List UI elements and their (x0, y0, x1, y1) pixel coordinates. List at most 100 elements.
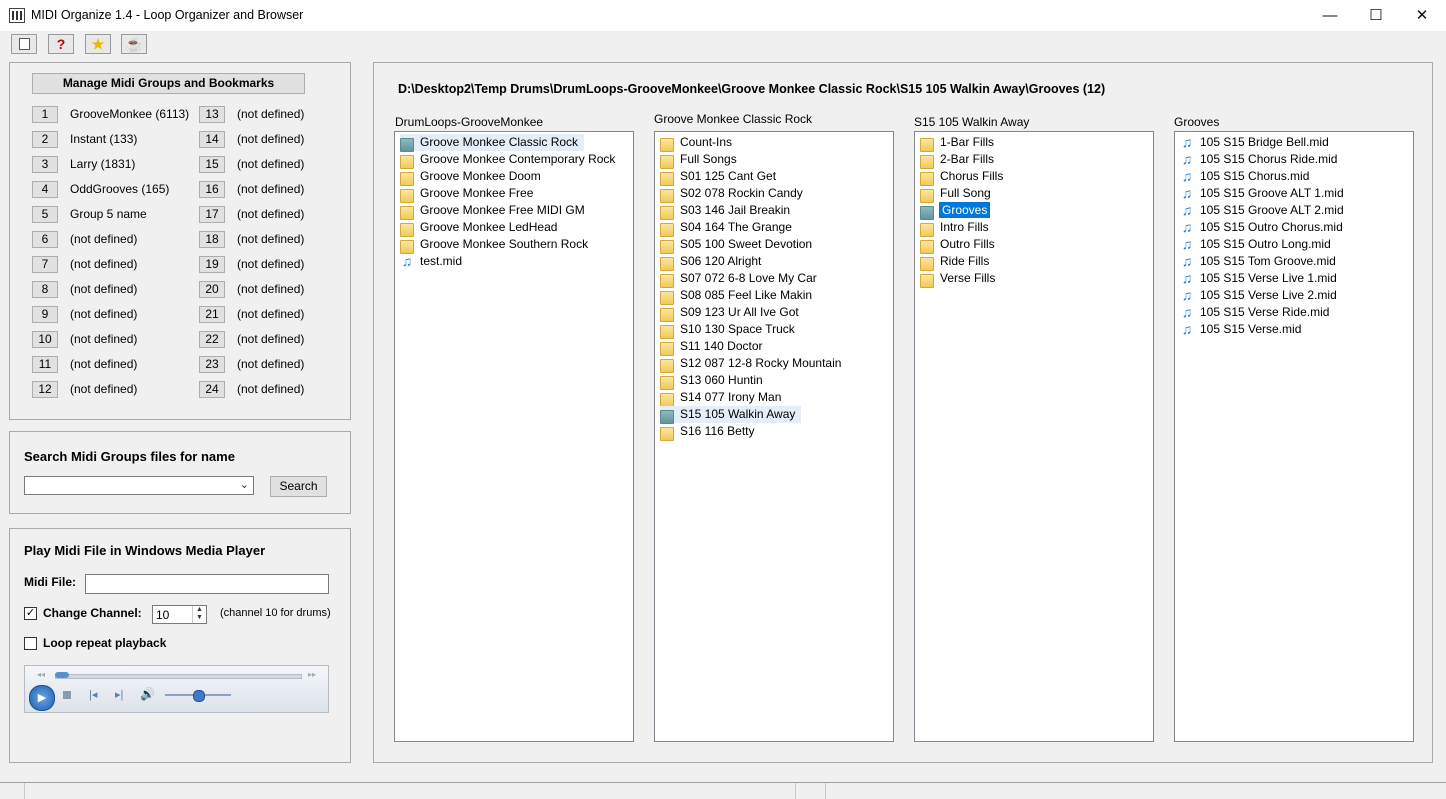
search-button[interactable]: Search (270, 476, 327, 497)
folder-item[interactable]: Ride Fills (920, 253, 995, 271)
midi-file-item[interactable]: ♫ 105 S15 Chorus.mid (1180, 168, 1315, 185)
folder-item[interactable]: Chorus Fills (920, 168, 1009, 186)
folder-item[interactable]: S10 130 Space Truck (660, 321, 801, 339)
stop-icon[interactable] (63, 691, 71, 699)
group-17-button[interactable]: 17 (199, 206, 225, 223)
previous-icon[interactable]: |◂ (89, 688, 97, 701)
group-4-button[interactable]: 4 (32, 181, 58, 198)
folder-item[interactable]: 2-Bar Fills (920, 151, 1000, 169)
group-2-button[interactable]: 2 (32, 131, 58, 148)
volume-thumb[interactable] (193, 690, 205, 702)
folder-item[interactable]: Full Song (920, 185, 997, 203)
folder-item[interactable]: Groove Monkee Free (400, 185, 539, 203)
midi-file-item[interactable]: ♫ 105 S15 Groove ALT 2.mid (1180, 202, 1350, 219)
next-icon[interactable]: ▸| (115, 688, 123, 701)
midi-file-item[interactable]: ♫ 105 S15 Outro Long.mid (1180, 236, 1337, 253)
help-button[interactable]: ? (48, 34, 74, 54)
folder-item[interactable]: Groove Monkee LedHead (400, 219, 563, 237)
folder-item[interactable]: Outro Fills (920, 236, 1001, 254)
folder-item[interactable]: S09 123 Ur All Ive Got (660, 304, 805, 322)
change-channel-checkbox[interactable]: ✓ (24, 607, 37, 620)
folder-list-1[interactable]: Groove Monkee Classic Rock Groove Monkee … (394, 131, 634, 742)
group-9-button[interactable]: 9 (32, 306, 58, 323)
group-11-button[interactable]: 11 (32, 356, 58, 373)
midi-file-item[interactable]: ♫ 105 S15 Verse.mid (1180, 321, 1307, 338)
folder-item[interactable]: Groove Monkee Free MIDI GM (400, 202, 591, 220)
midi-file-item[interactable]: ♫ 105 S15 Tom Groove.mid (1180, 253, 1342, 270)
midi-file-item[interactable]: ♫ 105 S15 Verse Live 2.mid (1180, 287, 1343, 304)
favorite-button[interactable]: ★ (85, 34, 111, 54)
loop-checkbox[interactable] (24, 637, 37, 650)
group-19-button[interactable]: 19 (199, 256, 225, 273)
folder-item[interactable]: S02 078 Rockin Candy (660, 185, 809, 203)
music-note-icon: ♫ (1181, 185, 1193, 201)
folder-item[interactable]: S06 120 Alright (660, 253, 767, 271)
group-20-button[interactable]: 20 (199, 281, 225, 298)
group-13-button[interactable]: 13 (199, 106, 225, 123)
folder-list-2[interactable]: Count-Ins Full Songs S01 125 Cant Get S02 0… (654, 131, 894, 742)
group-12-button[interactable]: 12 (32, 381, 58, 398)
midi-file-item[interactable]: ♫ 105 S15 Groove ALT 1.mid (1180, 185, 1350, 202)
midi-file-item[interactable]: ♫ 105 S15 Bridge Bell.mid (1180, 134, 1335, 151)
group-8-button[interactable]: 8 (32, 281, 58, 298)
folder-item[interactable]: Count-Ins (660, 134, 738, 152)
folder-item[interactable]: Intro Fills (920, 219, 995, 237)
channel-stepper[interactable]: 10 ▲ ▼ (152, 605, 207, 624)
group-7-button[interactable]: 7 (32, 256, 58, 273)
group-16-button[interactable]: 16 (199, 181, 225, 198)
donate-button[interactable]: ☕ (121, 34, 147, 54)
group-21-button[interactable]: 21 (199, 306, 225, 323)
rewind-small-icon[interactable]: ◂◂ (37, 670, 45, 679)
group-14-button[interactable]: 14 (199, 131, 225, 148)
folder-item[interactable]: S08 085 Feel Like Makin (660, 287, 818, 305)
folder-item[interactable]: S07 072 6-8 Love My Car (660, 270, 823, 288)
manage-groups-button[interactable]: Manage Midi Groups and Bookmarks (32, 73, 305, 94)
folder-item[interactable]: S15 105 Walkin Away (660, 406, 802, 424)
search-combo[interactable]: ⌄ (24, 476, 254, 495)
midi-file-item[interactable]: ♫ 105 S15 Verse Live 1.mid (1180, 270, 1343, 287)
folder-item[interactable]: S03 146 Jail Breakin (660, 202, 796, 220)
group-10-button[interactable]: 10 (32, 331, 58, 348)
midi-file-input[interactable] (85, 574, 329, 594)
file-list[interactable]: ♫ 105 S15 Bridge Bell.mid ♫ 105 S15 Chorus … (1174, 131, 1414, 742)
folder-item[interactable]: S14 077 Irony Man (660, 389, 787, 407)
close-button[interactable]: ✕ (1399, 0, 1445, 31)
folder-item[interactable]: S11 140 Doctor (660, 338, 769, 356)
volume-icon[interactable]: 🔊 (140, 687, 155, 701)
folder-item[interactable]: 1-Bar Fills (920, 134, 1000, 152)
group-18-button[interactable]: 18 (199, 231, 225, 248)
group-24-button[interactable]: 24 (199, 381, 225, 398)
midi-file-item[interactable]: ♫ 105 S15 Verse Ride.mid (1180, 304, 1335, 321)
group-5-button[interactable]: 5 (32, 206, 58, 223)
new-button[interactable] (11, 34, 37, 54)
folder-item[interactable]: Groove Monkee Classic Rock (400, 134, 585, 152)
group-3-button[interactable]: 3 (32, 156, 58, 173)
folder-item[interactable]: Verse Fills (920, 270, 1001, 288)
forward-small-icon[interactable]: ▸▸ (308, 670, 316, 679)
maximize-button[interactable]: ☐ (1353, 0, 1399, 31)
folder-list-3[interactable]: 1-Bar Fills 2-Bar Fills Chorus Fills Full S… (914, 131, 1154, 742)
play-icon[interactable]: ▶ (29, 685, 55, 711)
seek-thumb[interactable] (55, 672, 69, 678)
midi-file-item[interactable]: ♫ test.mid (400, 253, 468, 270)
folder-item[interactable]: Groove Monkee Contemporary Rock (400, 151, 621, 169)
minimize-button[interactable]: — (1307, 0, 1353, 31)
folder-item[interactable]: Groove Monkee Doom (400, 168, 547, 186)
seek-bar[interactable] (55, 674, 302, 679)
group-22-button[interactable]: 22 (199, 331, 225, 348)
folder-item[interactable]: S13 060 Huntin (660, 372, 769, 390)
folder-item[interactable]: S05 100 Sweet Devotion (660, 236, 818, 254)
folder-item[interactable]: S01 125 Cant Get (660, 168, 782, 186)
group-1-button[interactable]: 1 (32, 106, 58, 123)
midi-file-item[interactable]: ♫ 105 S15 Outro Chorus.mid (1180, 219, 1349, 236)
folder-item[interactable]: S12 087 12-8 Rocky Mountain (660, 355, 847, 373)
folder-item[interactable]: S16 116 Betty (660, 423, 761, 441)
group-23-button[interactable]: 23 (199, 356, 225, 373)
folder-item[interactable]: S04 164 The Grange (660, 219, 798, 237)
folder-item[interactable]: Full Songs (660, 151, 743, 169)
group-15-button[interactable]: 15 (199, 156, 225, 173)
midi-file-item[interactable]: ♫ 105 S15 Chorus Ride.mid (1180, 151, 1343, 168)
folder-item[interactable]: Grooves (920, 202, 996, 220)
folder-item[interactable]: Groove Monkee Southern Rock (400, 236, 594, 254)
group-6-button[interactable]: 6 (32, 231, 58, 248)
